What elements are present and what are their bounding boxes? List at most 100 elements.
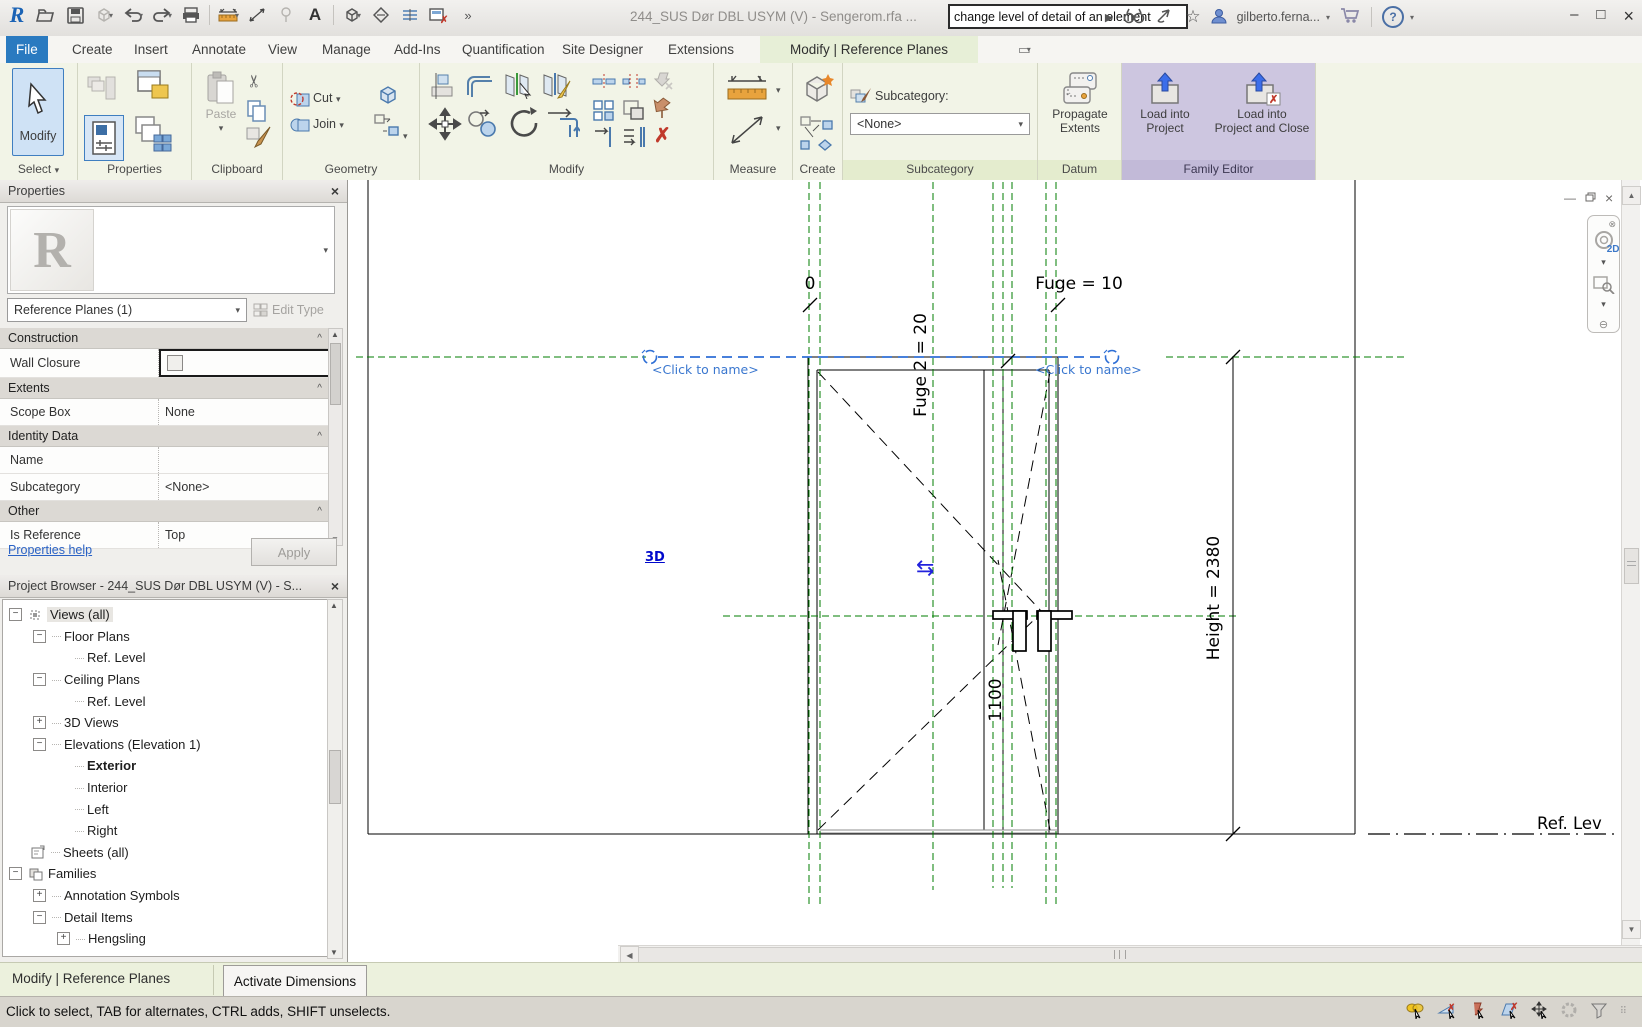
view-restore-icon[interactable] <box>1585 191 1596 205</box>
tree-item-annotation-symbols[interactable]: +Annotation Symbols <box>3 885 327 907</box>
project-browser-close-icon[interactable]: × <box>331 578 339 594</box>
ribbon-display-toggle[interactable]: ▭ ▾ <box>1008 36 1041 63</box>
datum-panel-label[interactable]: Datum <box>1038 160 1121 180</box>
properties-palette-icon[interactable] <box>84 115 124 161</box>
search-go-icon[interactable]: ▶ <box>1105 11 1113 24</box>
select-links-icon[interactable] <box>1405 1001 1425 1022</box>
split-with-gap-icon[interactable] <box>542 71 572 102</box>
beam-joins-icon[interactable] <box>622 73 646 92</box>
join-dropdown[interactable]: Join ▾ <box>313 117 344 131</box>
collapse-toggle[interactable]: − <box>33 630 46 643</box>
tab-insert[interactable]: Insert <box>124 36 178 63</box>
component-icon[interactable] <box>801 71 835 110</box>
drawing-canvas[interactable]: 0 Fuge = 10 Fuge 2 = 20 1100 Height = 23… <box>348 180 1642 962</box>
trim-single-icon[interactable] <box>592 125 616 152</box>
tree-item-exterior[interactable]: Exterior <box>3 755 327 777</box>
offset-icon[interactable] <box>464 75 496 102</box>
copy-element-icon[interactable] <box>466 109 498 142</box>
show-hidden-lines-icon[interactable] <box>375 83 401 110</box>
print-icon[interactable] <box>180 4 202 26</box>
tab-quantification[interactable]: Quantification <box>452 36 555 63</box>
close-hidden-windows-icon[interactable]: ✗ <box>428 4 450 26</box>
tree-item-views[interactable]: −Views (all) <box>3 604 327 626</box>
expand-toggle[interactable]: + <box>57 932 70 945</box>
tree-item-3d-views[interactable]: +3D Views <box>3 712 327 734</box>
tab-modify-reference-planes[interactable]: Modify | Reference Planes <box>760 36 978 63</box>
tree-item-ref-level[interactable]: Ref. Level <box>3 647 327 669</box>
subcategory-value[interactable]: <None> <box>159 474 330 500</box>
create-panel-label[interactable]: Create <box>793 160 842 180</box>
revit-logo-icon[interactable]: R <box>6 4 28 26</box>
wall-closure-checkbox[interactable] <box>167 355 183 371</box>
fuge-dimension-label[interactable]: Fuge = 10 <box>1024 274 1134 294</box>
navbar-collapse-icon[interactable]: ⊖ <box>1599 318 1608 331</box>
tree-item-right[interactable]: Right <box>3 820 327 842</box>
section-icon[interactable] <box>370 4 392 26</box>
move-icon[interactable] <box>428 107 462 144</box>
trim-extend-corner-icon[interactable] <box>546 105 580 142</box>
expand-toggle[interactable]: + <box>33 889 46 902</box>
resize-grip[interactable]: ⠿ <box>1620 1006 1628 1017</box>
handle-height-dimension-label[interactable]: 1100 <box>986 665 1006 735</box>
user-menu-chevron-icon[interactable]: ▾ <box>1326 13 1330 22</box>
link-elements-icon[interactable]: ▾ <box>373 113 408 142</box>
door-handles[interactable] <box>993 611 1072 651</box>
help-menu-chevron-icon[interactable]: ▾ <box>1410 13 1414 22</box>
reference-planes-green[interactable] <box>356 182 1408 906</box>
copy-icon[interactable] <box>246 99 268 126</box>
subcategory-select[interactable]: <None>▾ <box>850 113 1030 135</box>
rotate-icon[interactable] <box>506 105 542 144</box>
cut-scissors-icon[interactable]: ✂ <box>245 74 265 88</box>
tile-windows-icon[interactable] <box>134 115 174 158</box>
propagate-extents-button[interactable]: PropagateExtents <box>1040 71 1120 135</box>
tab-manage[interactable]: Manage <box>312 36 381 63</box>
select-underlay-icon[interactable]: ✗ <box>1437 1001 1457 1022</box>
click-to-name-left[interactable]: <Click to name> <box>652 362 759 377</box>
redo-icon[interactable]: ▾ <box>151 4 173 26</box>
minimize-button[interactable]: – <box>1570 6 1578 27</box>
tree-item-detail-items[interactable]: −Detail Items <box>3 906 327 928</box>
canvas-vertical-scrollbar[interactable]: ▲ ▼ <box>1621 180 1640 945</box>
collapse-toggle[interactable]: − <box>9 608 22 621</box>
wheel-menu-chevron[interactable]: ▾ <box>1601 257 1606 268</box>
zoom-menu-chevron[interactable]: ▾ <box>1601 299 1606 310</box>
tab-annotate[interactable]: Annotate <box>182 36 256 63</box>
clipboard-panel-label[interactable]: Clipboard <box>192 160 282 180</box>
thin-lines-icon[interactable] <box>399 4 421 26</box>
pick-new-icon[interactable] <box>799 115 835 158</box>
select-by-face-icon[interactable]: ✗ <box>1499 1001 1519 1022</box>
door-swing-lines[interactable] <box>818 372 1050 830</box>
wall-joins-icon[interactable] <box>592 73 616 92</box>
text-icon[interactable]: A <box>304 4 326 26</box>
close-button[interactable]: × <box>1623 6 1634 27</box>
scroll-down-icon[interactable]: ▼ <box>1622 920 1641 939</box>
type-preview[interactable]: R ▾ <box>7 206 335 294</box>
elevation-drawing[interactable] <box>348 180 1620 945</box>
flip-control-icon[interactable]: ⇆ <box>916 556 934 581</box>
zoom-region-icon[interactable] <box>1593 274 1615 297</box>
measure-dropdown-chevron[interactable]: ▾ <box>776 85 781 96</box>
section-identity-data[interactable]: Identity Data^ <box>0 426 330 447</box>
modify-panel-label[interactable]: Modify <box>420 160 713 180</box>
load-into-project-button[interactable]: Load intoProject <box>1126 71 1204 135</box>
project-browser-scrollbar[interactable]: ▲▼ <box>327 599 343 959</box>
qat-expand-icon[interactable]: » <box>457 4 479 26</box>
section-extents[interactable]: Extents^ <box>0 378 330 399</box>
filter-icon[interactable] <box>1590 1002 1608 1022</box>
align-icon[interactable] <box>428 73 456 102</box>
navbar-close-icon[interactable]: ⊗ <box>1608 219 1616 230</box>
section-construction[interactable]: Construction^ <box>0 328 330 349</box>
collapse-toggle[interactable]: − <box>33 673 46 686</box>
canvas-horizontal-scrollbar[interactable]: ◀ ▶ <box>618 945 1642 962</box>
collapse-toggle[interactable]: − <box>33 911 46 924</box>
properties-close-icon[interactable]: × <box>331 183 339 199</box>
scroll-up-icon[interactable]: ▲ <box>1622 186 1641 205</box>
tree-item-hengsling[interactable]: +Hengsling <box>3 928 327 950</box>
ref-level-label[interactable]: Ref. Lev <box>1537 814 1629 833</box>
binoculars-icon[interactable] <box>1123 7 1145 27</box>
tree-item-interior[interactable]: Interior <box>3 777 327 799</box>
select-pinned-icon[interactable] <box>1469 1001 1487 1022</box>
activate-dimensions-button[interactable]: Activate Dimensions <box>223 965 367 997</box>
collapse-toggle[interactable]: − <box>9 867 22 880</box>
open-icon[interactable] <box>35 4 57 26</box>
